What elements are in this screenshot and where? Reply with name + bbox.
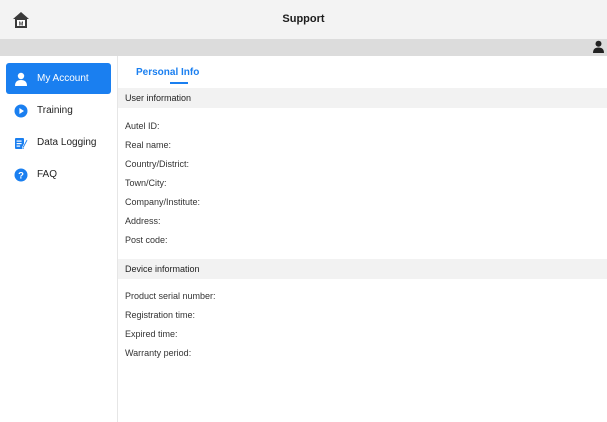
- field-label: Expired time:: [125, 329, 178, 339]
- field-label: Warranty period:: [125, 348, 192, 358]
- sidebar-item-training[interactable]: Training: [6, 95, 111, 126]
- field-label: Country/District:: [125, 159, 190, 169]
- sidebar-item-label: Training: [37, 105, 73, 116]
- sidebar-item-label: Data Logging: [37, 137, 97, 148]
- field-label: Autel ID:: [125, 121, 160, 131]
- tab-personal-info[interactable]: Personal Info: [136, 67, 199, 78]
- sidebar-item-faq[interactable]: ? FAQ: [6, 159, 111, 190]
- sidebar-item-my-account[interactable]: My Account: [6, 63, 111, 94]
- field-label: Company/Institute:: [125, 197, 201, 207]
- section-header-device: Device information: [118, 259, 607, 279]
- edit-doc-icon: [14, 136, 28, 150]
- title-bar: M Support: [0, 0, 607, 39]
- sidebar-item-data-logging[interactable]: Data Logging: [6, 127, 111, 158]
- sub-toolbar: [0, 39, 607, 56]
- field-label: Address:: [125, 216, 161, 226]
- sidebar-item-label: FAQ: [37, 169, 58, 180]
- field-label: Product serial number:: [125, 291, 216, 301]
- svg-text:?: ?: [18, 170, 24, 181]
- sidebar: My Account Training Data Logging ? FAQ: [0, 56, 118, 422]
- section-header-user: User information: [118, 88, 607, 108]
- main-content: Personal Info User information Autel ID:…: [118, 56, 607, 422]
- sidebar-item-label: My Account: [37, 73, 89, 84]
- field-label: Town/City:: [125, 178, 167, 188]
- field-label: Post code:: [125, 235, 168, 245]
- user-icon: [593, 40, 604, 53]
- person-icon: [14, 72, 28, 86]
- tab-indicator: [170, 82, 188, 84]
- field-label: Real name:: [125, 140, 172, 150]
- page-title: Support: [282, 13, 325, 25]
- play-icon: [14, 104, 28, 118]
- field-label: Registration time:: [125, 310, 196, 320]
- user-button[interactable]: [592, 40, 605, 53]
- question-icon: ?: [14, 168, 28, 182]
